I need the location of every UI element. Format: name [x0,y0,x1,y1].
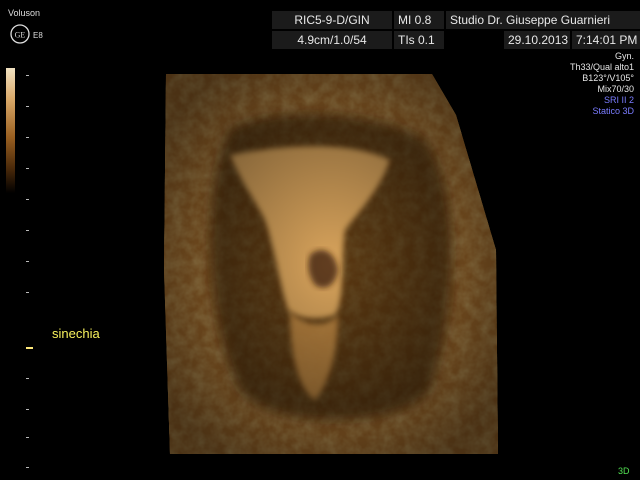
ruler-tick [26,75,29,76]
ruler-tick [26,467,29,468]
header-bar: Voluson GE E8 RIC5-9-D/GIN MI 0.8 Studio… [0,0,640,50]
ruler-tick [26,230,29,231]
ruler-tick [26,292,29,293]
depth-ruler [26,75,34,470]
ruler-tick-marker [26,347,33,349]
ruler-tick [26,261,29,262]
ultrasound-3d-image[interactable] [160,70,500,460]
model-label: E8 [33,31,43,40]
ge-logo-icon: GE [10,24,30,44]
ruler-tick [26,437,29,438]
gray-scale-bar [6,68,15,193]
svg-text:GE: GE [15,31,26,40]
time-label: 7:14:01 PM [572,31,640,49]
ruler-tick [26,106,29,107]
mode-3d-badge: 3D [618,466,630,476]
ruler-tick [26,168,29,169]
volume-vignette [164,74,498,454]
mode-label: Gyn. [614,51,634,61]
mix-label: Mix70/30 [597,84,634,94]
quality-label: Th33/Qual alto1 [569,62,634,72]
static-label: Statico 3D [592,106,634,116]
ruler-tick [26,199,29,200]
annotation-label: sinechia [52,326,100,341]
angles-label: B123°/V105° [582,73,634,83]
probe-label: RIC5-9-D/GIN [272,11,392,29]
ruler-tick [26,409,29,410]
logo-block: Voluson GE E8 [0,0,48,50]
ruler-tick [26,378,29,379]
mi-label: MI 0.8 [394,11,444,29]
date-label: 29.10.2013 [504,31,570,49]
ruler-tick [26,137,29,138]
clinic-label: Studio Dr. Giuseppe Guarnieri [446,11,640,29]
acquisition-params: Gyn. Th33/Qual alto1 B123°/V105° Mix70/3… [570,51,634,117]
depth-label: 4.9cm/1.0/54 [272,31,392,49]
brand-label: Voluson [8,8,41,18]
tis-label: TIs 0.1 [394,31,444,49]
sri-label: SRI II 2 [603,95,634,105]
